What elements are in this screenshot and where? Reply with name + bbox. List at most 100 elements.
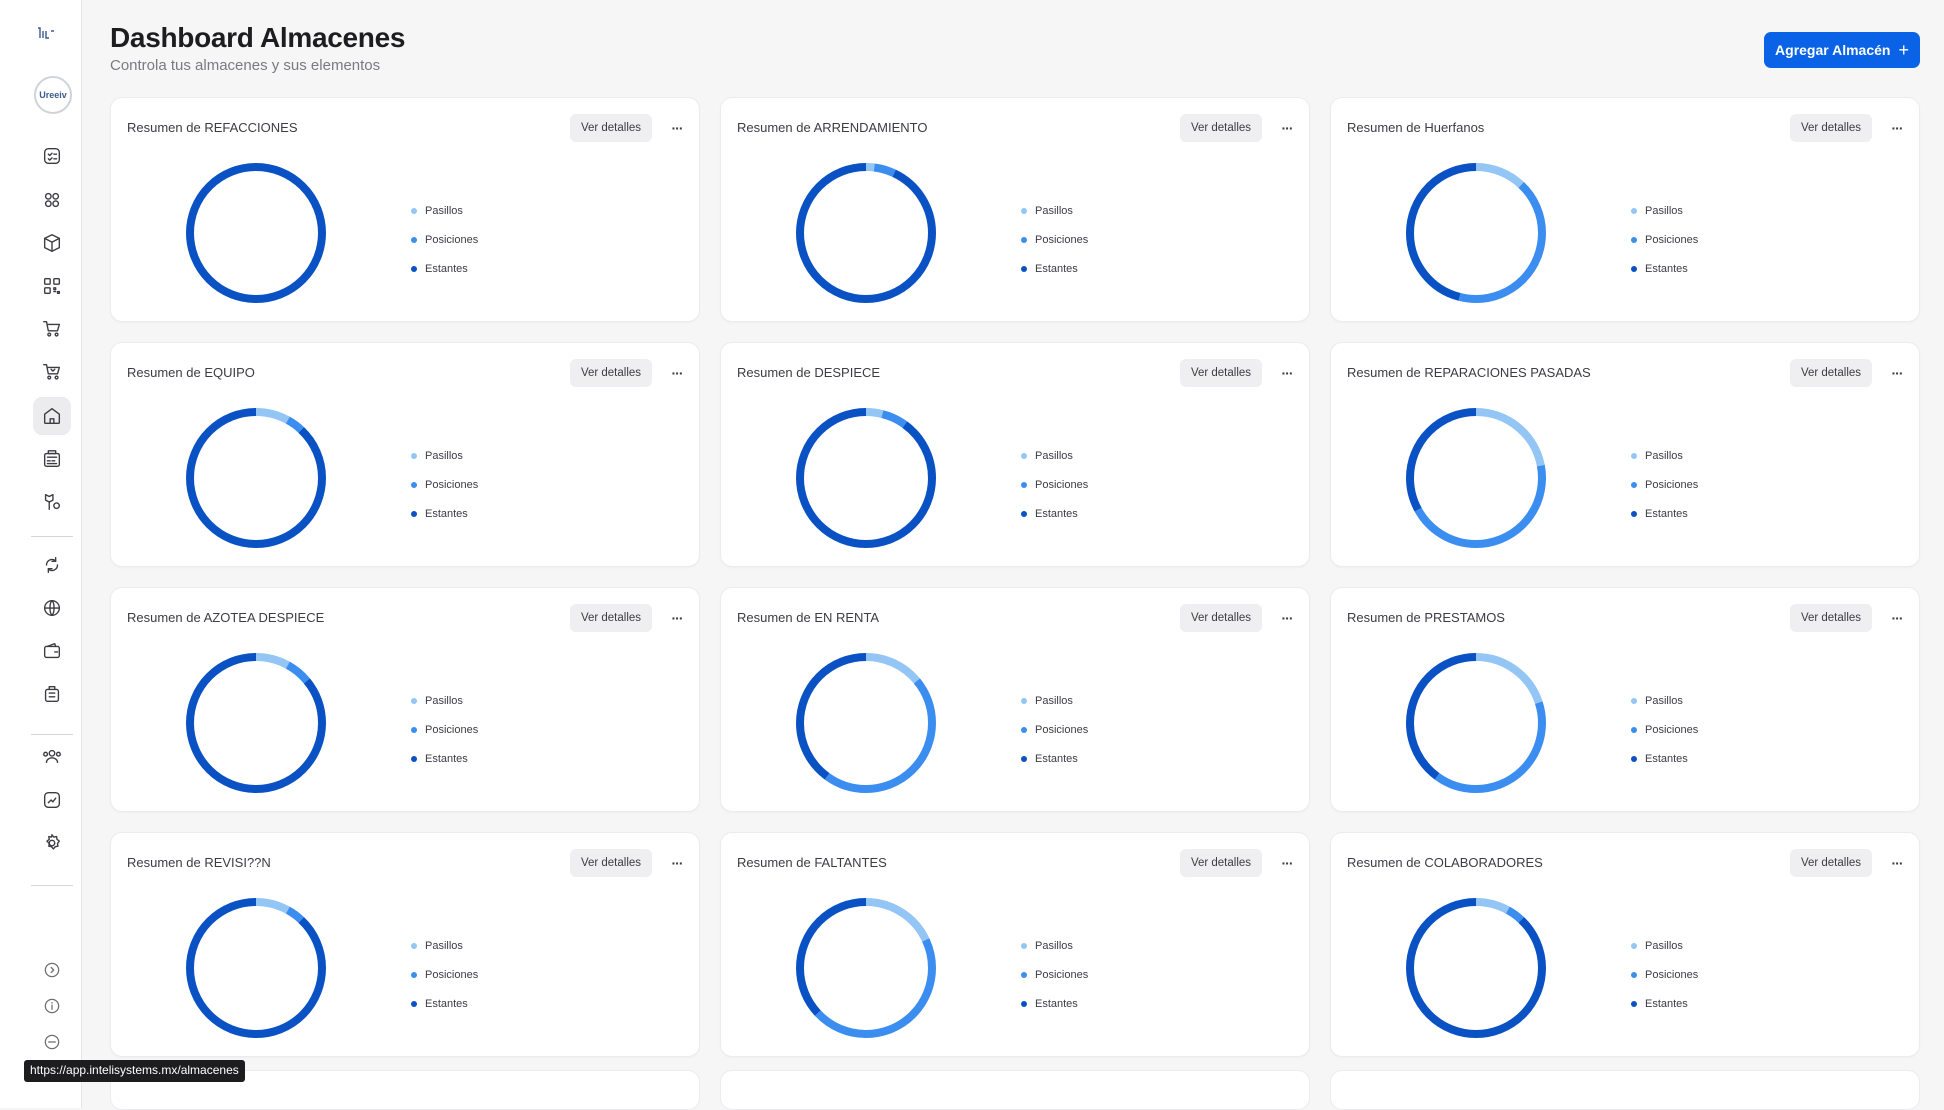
refresh-cycle-icon[interactable] bbox=[33, 546, 71, 584]
legend-label: Estantes bbox=[1035, 752, 1078, 765]
legend-item[interactable]: Pasillos bbox=[1631, 686, 1698, 715]
delivery-icon[interactable] bbox=[33, 483, 71, 521]
legend-item[interactable]: Pasillos bbox=[1631, 196, 1698, 225]
view-details-button[interactable]: Ver detalles bbox=[570, 114, 652, 142]
legend-label: Estantes bbox=[1645, 997, 1688, 1010]
legend-item[interactable]: Pasillos bbox=[1021, 931, 1088, 960]
legend-item[interactable]: Estantes bbox=[411, 499, 478, 528]
legend-item[interactable]: Estantes bbox=[1631, 254, 1698, 283]
more-options-icon[interactable]: ··· bbox=[1884, 359, 1910, 387]
view-details-button[interactable]: Ver detalles bbox=[1790, 604, 1872, 632]
register-icon[interactable] bbox=[33, 440, 71, 478]
view-details-button[interactable]: Ver detalles bbox=[1180, 114, 1262, 142]
legend-item[interactable]: Pasillos bbox=[411, 441, 478, 470]
legend-item[interactable]: Posiciones bbox=[411, 960, 478, 989]
legend-label: Estantes bbox=[425, 507, 468, 520]
view-details-button[interactable]: Ver detalles bbox=[1790, 849, 1872, 877]
checklist-icon[interactable] bbox=[33, 137, 71, 175]
legend-item[interactable]: Posiciones bbox=[1631, 960, 1698, 989]
more-options-icon[interactable]: ··· bbox=[1274, 359, 1300, 387]
sidebar: Ureeiv bbox=[0, 0, 82, 1108]
legend-item[interactable]: Pasillos bbox=[1631, 931, 1698, 960]
view-details-button[interactable]: Ver detalles bbox=[1790, 114, 1872, 142]
legend-item[interactable]: Posiciones bbox=[1021, 470, 1088, 499]
legend-item[interactable]: Estantes bbox=[1631, 499, 1698, 528]
donut-segment-estantes[interactable] bbox=[186, 163, 326, 303]
expand-icon[interactable] bbox=[33, 951, 71, 989]
chart-doc-icon[interactable] bbox=[33, 781, 71, 819]
legend-dot-icon bbox=[1631, 942, 1637, 949]
legend-item[interactable]: Posiciones bbox=[1631, 225, 1698, 254]
more-options-icon[interactable]: ··· bbox=[664, 114, 690, 142]
legend-item[interactable]: Posiciones bbox=[1021, 715, 1088, 744]
legend-dot-icon bbox=[1021, 1000, 1027, 1007]
users-icon[interactable] bbox=[33, 737, 71, 775]
more-options-icon[interactable]: ··· bbox=[664, 359, 690, 387]
card-title: Resumen de REVISI??N bbox=[127, 855, 271, 870]
legend-item[interactable]: Posiciones bbox=[1021, 225, 1088, 254]
more-options-icon[interactable]: ··· bbox=[664, 849, 690, 877]
legend-item[interactable]: Posiciones bbox=[411, 470, 478, 499]
legend-dot-icon bbox=[1631, 971, 1637, 978]
legend-item[interactable]: Posiciones bbox=[411, 715, 478, 744]
more-options-icon[interactable]: ··· bbox=[1274, 114, 1300, 142]
view-details-button[interactable]: Ver detalles bbox=[1790, 359, 1872, 387]
legend-item[interactable]: Pasillos bbox=[411, 196, 478, 225]
more-options-icon[interactable]: ··· bbox=[1884, 849, 1910, 877]
donut-segment-estantes[interactable] bbox=[186, 408, 326, 548]
warehouse-card: Resumen de REPARACIONES PASADAS Ver detal… bbox=[1330, 342, 1920, 567]
view-details-button[interactable]: Ver detalles bbox=[570, 359, 652, 387]
legend-item[interactable]: Estantes bbox=[411, 744, 478, 773]
legend-item[interactable]: Posiciones bbox=[1631, 715, 1698, 744]
legend-item[interactable]: Posiciones bbox=[411, 225, 478, 254]
legend-dot-icon bbox=[411, 726, 417, 733]
legend-item[interactable]: Estantes bbox=[1021, 254, 1088, 283]
wallet-icon[interactable] bbox=[33, 632, 71, 670]
donut-segment-estantes[interactable] bbox=[796, 408, 936, 548]
globe-icon[interactable] bbox=[33, 589, 71, 627]
legend-item[interactable]: Estantes bbox=[411, 989, 478, 1018]
legend-item[interactable]: Estantes bbox=[1631, 744, 1698, 773]
settings-icon[interactable] bbox=[33, 824, 71, 862]
legend-item[interactable]: Pasillos bbox=[1021, 441, 1088, 470]
view-details-button[interactable]: Ver detalles bbox=[1180, 849, 1262, 877]
legend-item[interactable]: Posiciones bbox=[1631, 470, 1698, 499]
info-icon[interactable] bbox=[33, 987, 71, 1025]
donut-segment-estantes[interactable] bbox=[186, 898, 326, 1038]
more-options-icon[interactable]: ··· bbox=[1274, 604, 1300, 632]
briefcase-icon[interactable] bbox=[33, 675, 71, 713]
qr-code-icon[interactable] bbox=[33, 267, 71, 305]
minus-circle-icon[interactable] bbox=[33, 1023, 71, 1061]
view-details-button[interactable]: Ver detalles bbox=[1180, 604, 1262, 632]
app-logo-icon[interactable] bbox=[36, 26, 56, 42]
legend-item[interactable]: Pasillos bbox=[411, 931, 478, 960]
warehouse-home-icon[interactable] bbox=[33, 397, 71, 435]
legend-item[interactable]: Estantes bbox=[1021, 744, 1088, 773]
legend-item[interactable]: Pasillos bbox=[1021, 686, 1088, 715]
more-options-icon[interactable]: ··· bbox=[1884, 114, 1910, 142]
legend-item[interactable]: Pasillos bbox=[1631, 441, 1698, 470]
apps-grid-icon[interactable] bbox=[33, 181, 71, 219]
view-details-button[interactable]: Ver detalles bbox=[1180, 359, 1262, 387]
cart-icon[interactable] bbox=[33, 310, 71, 348]
legend-item[interactable]: Posiciones bbox=[1021, 960, 1088, 989]
warehouse-card: Resumen de REVISI??N Ver detalles ··· Pasil… bbox=[110, 832, 700, 1057]
avatar[interactable]: Ureeiv bbox=[34, 76, 72, 114]
add-warehouse-button[interactable]: Agregar Almacén + bbox=[1764, 32, 1920, 68]
more-options-icon[interactable]: ··· bbox=[1274, 849, 1300, 877]
legend-item[interactable]: Pasillos bbox=[411, 686, 478, 715]
package-icon[interactable] bbox=[33, 224, 71, 262]
cart-return-icon[interactable] bbox=[33, 353, 71, 391]
legend-item[interactable]: Estantes bbox=[1021, 499, 1088, 528]
legend-item[interactable]: Pasillos bbox=[1021, 196, 1088, 225]
legend-item[interactable]: Estantes bbox=[1021, 989, 1088, 1018]
donut-segment-estantes[interactable] bbox=[1406, 898, 1546, 1038]
donut-segment-estantes[interactable] bbox=[796, 163, 936, 303]
view-details-button[interactable]: Ver detalles bbox=[570, 849, 652, 877]
more-options-icon[interactable]: ··· bbox=[664, 604, 690, 632]
more-options-icon[interactable]: ··· bbox=[1884, 604, 1910, 632]
legend-item[interactable]: Estantes bbox=[1631, 989, 1698, 1018]
legend-label: Posiciones bbox=[1645, 233, 1699, 246]
view-details-button[interactable]: Ver detalles bbox=[570, 604, 652, 632]
legend-item[interactable]: Estantes bbox=[411, 254, 478, 283]
